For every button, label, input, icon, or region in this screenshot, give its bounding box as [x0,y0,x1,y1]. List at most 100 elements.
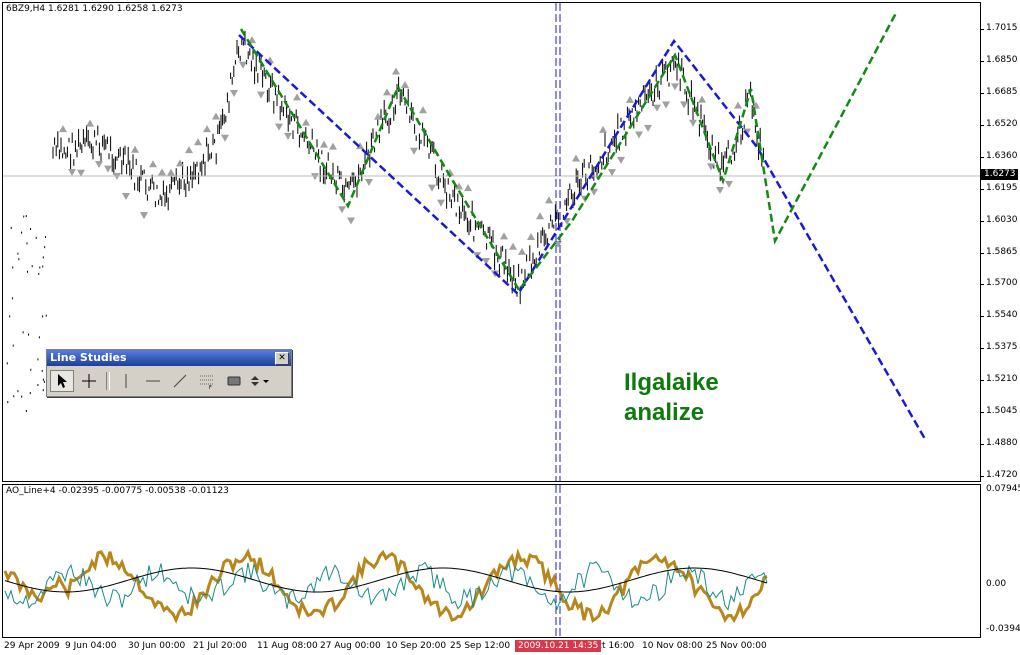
price-tick-mark [980,476,984,477]
fractal-marker [401,80,409,88]
price-tick-label: 1.5865 [986,246,1018,257]
fractal-marker [626,95,634,103]
vertical-line-icon[interactable] [114,370,138,392]
fractal-marker [689,119,697,127]
arrows-menu-icon[interactable] [249,370,273,392]
fractal-marker [140,212,148,220]
price-tick-mark [980,412,984,414]
price-tick-label: 1.7015 [986,23,1018,33]
fractal-marker [536,212,544,220]
fractal-marker [167,168,175,176]
fractal-marker [725,180,733,188]
fractal-marker [653,104,661,112]
fractal-marker [302,118,310,126]
zigzag-long-term [238,34,927,440]
fractal-marker [149,160,157,168]
indicator-axis: 0.07945 0.00 -0.03947 [980,484,1020,636]
close-icon[interactable]: ✕ [275,352,289,365]
fractal-marker [95,161,103,169]
time-tick-label: 27 Aug 00:00 [320,641,381,651]
trendline-icon[interactable] [168,370,192,392]
fractal-marker [509,242,517,250]
price-tick-mark [980,252,984,254]
zigzag-short-term [239,12,898,293]
fractal-marker [365,178,373,186]
fractal-marker [194,138,202,146]
fractal-marker [428,184,436,192]
fractal-marker [320,140,328,148]
fractal-marker [680,101,688,109]
indicator-tick-label: 0.07945 [986,484,1020,494]
time-tick-label: 10 Sep 20:00 [386,641,447,651]
crosshair-icon[interactable] [77,370,101,392]
fractal-marker [527,233,535,241]
price-tick-label: 1.6685 [986,86,1018,97]
fractal-marker [698,95,706,103]
fractal-marker [68,168,76,176]
price-tick-label: 1.5210 [986,374,1018,385]
fractal-marker [311,173,319,181]
price-chart-pane[interactable]: 6BZ9,H4 1.6281 1.6290 1.6258 1.6273 Ilga… [2,2,981,482]
fractal-marker [104,165,112,173]
annotation-line-1: Ilgalaike [624,369,719,396]
fractal-marker [122,192,130,200]
time-axis: 25 Nov 00:00 10 Nov 08:00 ct 16:00 25 Sep 1… [0,638,980,655]
analysis-annotation: Ilgalaike analize [624,368,719,428]
fractal-marker [419,106,427,114]
price-tick-mark [980,29,984,30]
toolbar-separator [106,372,110,390]
time-tick-label: ct 16:00 [597,641,635,651]
price-tick-label: 1.4880 [986,438,1018,449]
fractal-marker [275,123,283,131]
price-tick-mark [980,92,984,94]
svg-text:F: F [209,385,212,389]
price-tick-mark [980,316,984,318]
indicator-tick-label: -0.03947 [986,624,1020,634]
time-cursor-label: 2009.10.21 14:35 [515,640,602,652]
horizontal-line-icon[interactable] [141,370,165,392]
indicator-tick-label: 0.00 [986,579,1007,589]
time-tick-label: 11 Aug 08:00 [257,641,318,651]
fractal-marker [671,83,679,91]
fractal-marker [230,89,238,97]
fractal-marker [293,93,301,101]
time-tick-label: 9 Jun 04:00 [65,641,117,651]
current-price-label: 1.6273 [981,169,1018,180]
rectangle-icon[interactable] [222,370,246,392]
price-tick-mark [980,188,984,190]
line-studies-toolbar[interactable]: Line Studies ✕ F [46,349,292,397]
price-tick-mark [980,124,984,126]
price-tick-mark [980,220,984,222]
price-tick-label: 1.5540 [986,310,1018,321]
fractal-marker [608,169,616,177]
fractal-marker [464,184,472,192]
fractal-marker [635,131,643,139]
fractal-marker [158,168,166,176]
fractal-marker [221,134,229,142]
fractal-marker [644,124,652,132]
fractal-marker [572,154,580,162]
fractal-marker [257,91,265,99]
fractal-marker [212,112,220,120]
price-tick-label: 1.6850 [986,54,1018,65]
toolbar-titlebar[interactable]: Line Studies ✕ [47,350,291,366]
time-tick-label: 30 Jun 00:00 [128,641,186,651]
fractal-marker [617,156,625,164]
fractal-marker [410,147,418,155]
fractal-marker [383,88,391,96]
price-chart-canvas[interactable] [3,3,980,481]
price-tick-mark [980,156,984,158]
price-tick-label: 1.4720 [986,470,1018,480]
fractal-marker [500,232,508,240]
price-tick-mark [980,60,984,62]
price-tick-label: 1.5700 [986,278,1018,289]
cursor-icon[interactable] [50,370,74,392]
indicator-pane[interactable]: AO_Line+4 -0.02395 -0.00775 -0.00538 -0.… [2,484,981,638]
fibonacci-icon[interactable]: F [195,370,219,392]
fractal-marker [329,142,337,150]
fractal-marker [347,217,355,225]
indicator-canvas[interactable] [3,485,980,637]
fractal-marker [662,101,670,109]
price-tick-mark [980,444,984,446]
fractal-marker [86,119,94,127]
